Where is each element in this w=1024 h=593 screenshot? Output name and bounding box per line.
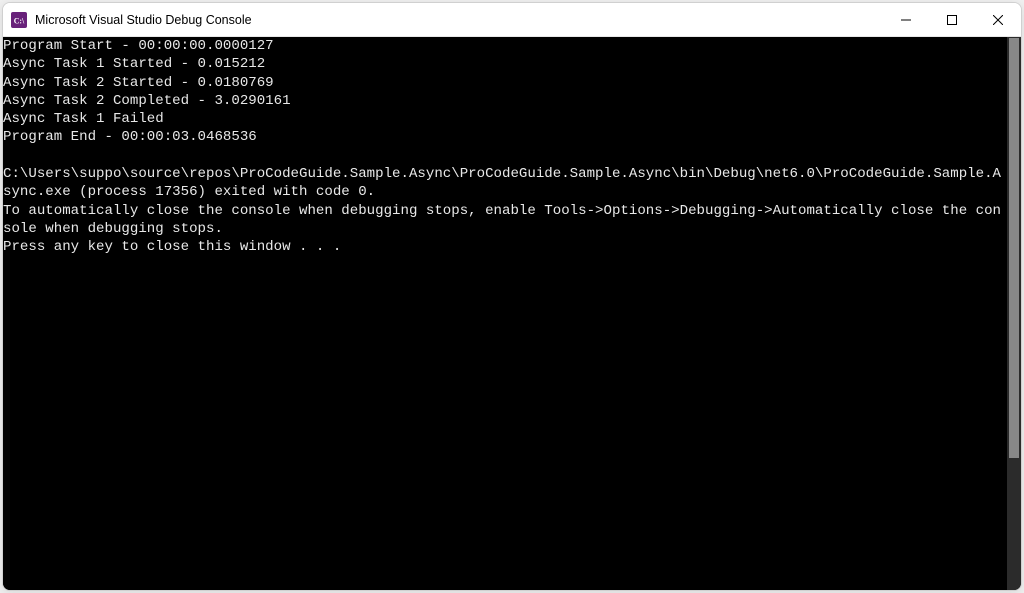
titlebar[interactable]: C:\ Microsoft Visual Studio Debug Consol…	[3, 3, 1021, 37]
window-controls	[883, 3, 1021, 36]
console-line: Press any key to close this window . . .	[3, 238, 1007, 256]
window-title: Microsoft Visual Studio Debug Console	[35, 13, 252, 27]
minimize-button[interactable]	[883, 3, 929, 36]
console-line: Program Start - 00:00:00.0000127	[3, 37, 1007, 55]
console-output[interactable]: Program Start - 00:00:00.0000127Async Ta…	[3, 37, 1007, 590]
app-icon: C:\	[11, 12, 27, 28]
console-line: Async Task 2 Completed - 3.0290161	[3, 92, 1007, 110]
console-line	[3, 147, 1007, 165]
close-button[interactable]	[975, 3, 1021, 36]
scrollbar-thumb[interactable]	[1009, 38, 1019, 458]
console-line: Async Task 2 Started - 0.0180769	[3, 74, 1007, 92]
console-line: To automatically close the console when …	[3, 202, 1007, 239]
svg-text:C:\: C:\	[14, 16, 25, 25]
app-window: C:\ Microsoft Visual Studio Debug Consol…	[2, 2, 1022, 591]
console-line: Async Task 1 Started - 0.015212	[3, 55, 1007, 73]
maximize-button[interactable]	[929, 3, 975, 36]
console-wrap: Program Start - 00:00:00.0000127Async Ta…	[3, 37, 1021, 590]
console-line: C:\Users\suppo\source\repos\ProCodeGuide…	[3, 165, 1007, 202]
console-line: Program End - 00:00:03.0468536	[3, 128, 1007, 146]
scrollbar-track[interactable]	[1007, 37, 1021, 590]
console-line: Async Task 1 Failed	[3, 110, 1007, 128]
